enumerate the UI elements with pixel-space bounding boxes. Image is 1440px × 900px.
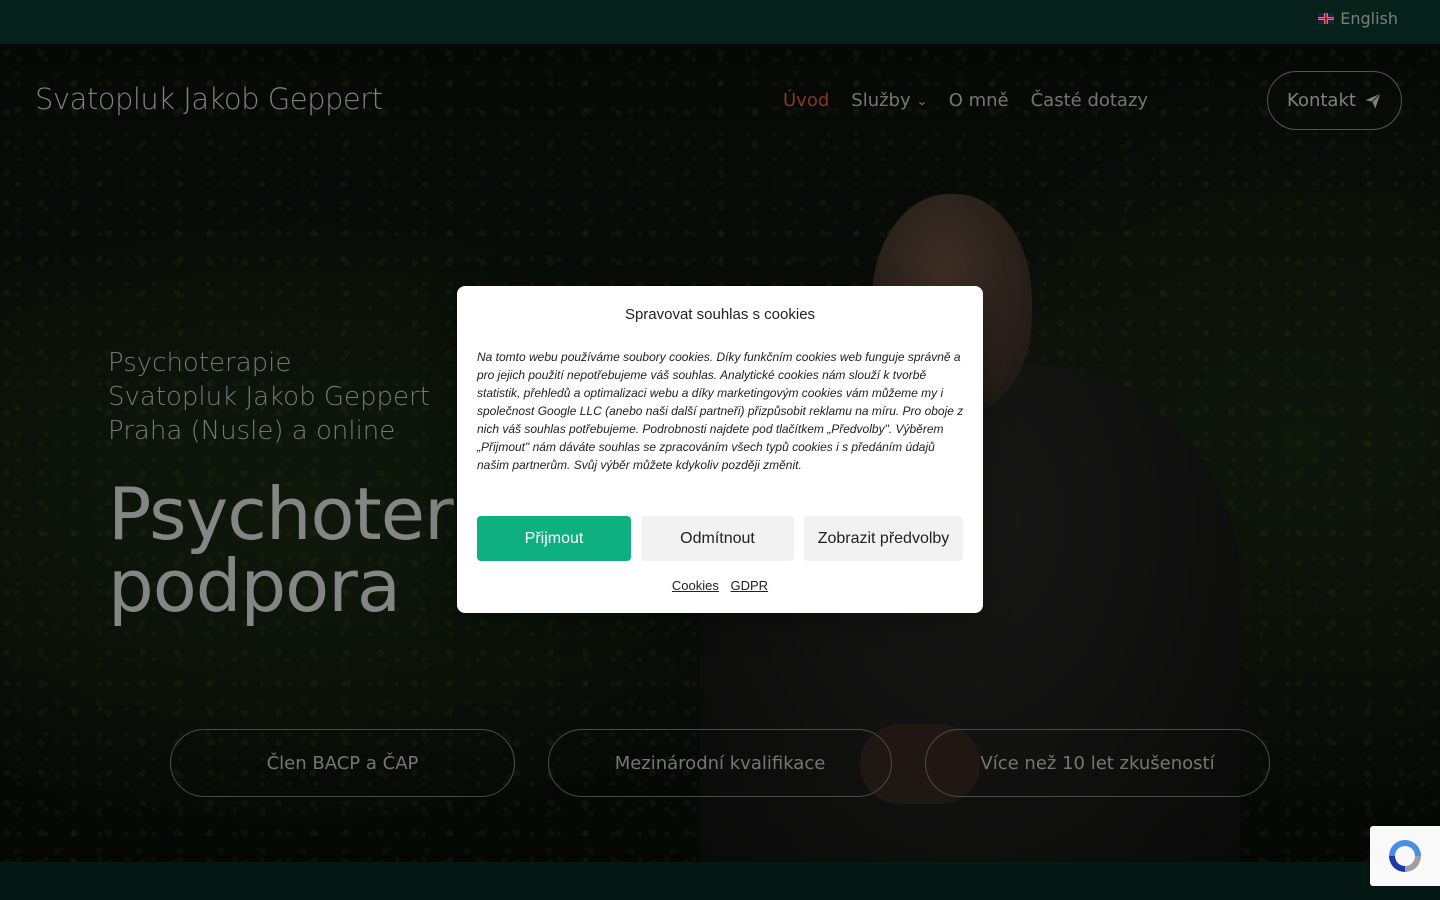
recaptcha-icon: [1389, 840, 1421, 872]
cookies-policy-link[interactable]: Cookies: [672, 578, 719, 593]
cookie-dialog-text: Na tomto webu používáme soubory cookies.…: [477, 350, 964, 472]
cookie-dialog-title: Spravovat souhlas s cookies: [624, 306, 816, 323]
deny-cookies-button[interactable]: Odmítnout: [641, 516, 794, 561]
recaptcha-badge[interactable]: [1370, 826, 1440, 886]
cookie-preferences-button[interactable]: Zobrazit předvolby: [804, 516, 963, 561]
cookie-consent-dialog: Spravovat souhlas s cookies Na tomto web…: [457, 286, 983, 613]
cookie-dialog-links: Cookies GDPR: [457, 578, 983, 593]
accept-cookies-button[interactable]: Přijmout: [477, 516, 631, 561]
gdpr-link[interactable]: GDPR: [731, 578, 769, 593]
